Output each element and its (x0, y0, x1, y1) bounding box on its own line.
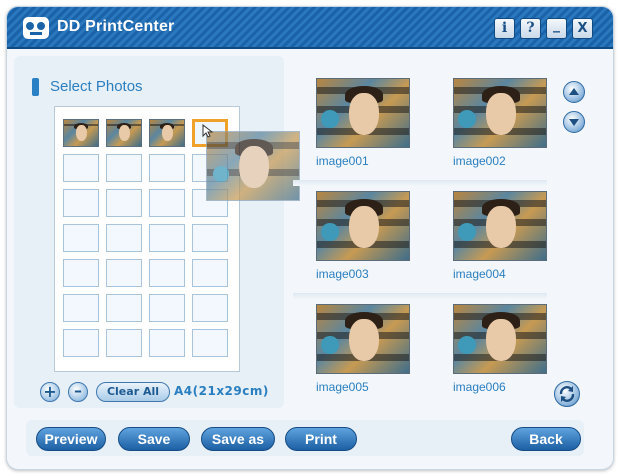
layout-slot-empty[interactable] (63, 189, 99, 217)
layout-slot-filled[interactable] (149, 119, 185, 147)
photo-thumbnail (64, 120, 98, 146)
back-button[interactable]: Back (511, 427, 581, 451)
scroll-down-button[interactable] (563, 111, 585, 133)
layout-slot-empty[interactable] (106, 294, 142, 322)
title-bar[interactable]: DD PrintCenter i ? _ X (7, 7, 613, 49)
photo-image (454, 192, 546, 260)
preview-button[interactable]: Preview (36, 427, 106, 451)
print-button[interactable]: Print (285, 427, 357, 451)
photo-thumbnail (107, 120, 141, 146)
gallery-photo-card[interactable]: image003 (308, 191, 418, 291)
layout-slot-empty[interactable] (63, 224, 99, 252)
photo-thumbnail (150, 120, 184, 146)
photo-filename: image001 (316, 154, 369, 168)
app-title: DD PrintCenter (57, 18, 175, 35)
photo-filename: image003 (316, 267, 369, 281)
refresh-button[interactable] (554, 381, 580, 407)
photo-image (317, 79, 409, 147)
section-marker (32, 78, 39, 96)
photo-filename: image002 (453, 154, 506, 168)
photo-thumbnail[interactable] (453, 78, 547, 148)
layout-slot-empty[interactable] (63, 154, 99, 182)
photo-thumbnail[interactable] (316, 78, 410, 148)
arrow-up-icon (569, 88, 579, 95)
layout-slot-empty[interactable] (106, 259, 142, 287)
gallery-row-divider (293, 293, 547, 299)
layout-slot-filled[interactable] (106, 119, 142, 147)
layout-slot-empty[interactable] (149, 154, 185, 182)
photo-thumbnail (207, 132, 299, 200)
photo-image (454, 79, 546, 147)
layout-slot-empty[interactable] (149, 259, 185, 287)
drag-cursor-icon (202, 124, 214, 138)
layout-slot-empty[interactable] (63, 294, 99, 322)
close-button[interactable]: X (572, 18, 593, 39)
gallery-photo-card[interactable]: image002 (445, 78, 555, 178)
arrow-down-icon (569, 119, 579, 126)
layout-slot-empty[interactable] (192, 224, 228, 252)
layout-slot-empty[interactable] (63, 329, 99, 357)
layout-slot-empty[interactable] (149, 224, 185, 252)
layout-slot-empty[interactable] (106, 189, 142, 217)
photo-image (454, 305, 546, 373)
photo-image (317, 305, 409, 373)
layout-slot-empty[interactable] (63, 259, 99, 287)
select-photos-panel: Select Photos (14, 56, 284, 408)
clear-all-button[interactable]: Clear All (96, 382, 170, 402)
refresh-icon (559, 386, 575, 402)
photo-image (317, 192, 409, 260)
save-as-button[interactable]: Save as (201, 427, 275, 451)
info-button[interactable]: i (494, 18, 515, 39)
photo-gallery: image001 image002 image003 image004 image005… (293, 56, 549, 408)
photo-thumbnail[interactable] (316, 304, 410, 374)
layout-slot-empty[interactable] (192, 259, 228, 287)
layout-slot-empty[interactable] (192, 329, 228, 357)
layout-slot-empty[interactable] (149, 189, 185, 217)
gallery-photo-card[interactable]: image006 (445, 304, 555, 404)
photo-filename: image004 (453, 267, 506, 281)
gallery-row-divider (293, 180, 547, 186)
scroll-up-button[interactable] (563, 81, 585, 103)
section-title: Select Photos (50, 78, 143, 95)
save-button[interactable]: Save (118, 427, 190, 451)
gallery-photo-card[interactable]: image004 (445, 191, 555, 291)
layout-slot-empty[interactable] (106, 329, 142, 357)
gallery-photo-card[interactable]: image005 (308, 304, 418, 404)
gallery-photo-card[interactable]: image001 (308, 78, 418, 178)
layout-slot-empty[interactable] (106, 154, 142, 182)
photo-filename: image005 (316, 380, 369, 394)
photo-thumbnail[interactable] (453, 191, 547, 261)
remove-slot-button[interactable]: – (68, 382, 88, 402)
minimize-button[interactable]: _ (546, 18, 567, 39)
help-button[interactable]: ? (520, 18, 541, 39)
dragged-photo-preview[interactable] (206, 131, 300, 201)
layout-slot-empty[interactable] (149, 329, 185, 357)
app-logo-icon (23, 17, 49, 39)
photo-thumbnail[interactable] (453, 304, 547, 374)
photo-thumbnail[interactable] (316, 191, 410, 261)
photo-filename: image006 (453, 380, 506, 394)
paper-size-label: A4(21x29cm) (174, 384, 269, 398)
add-slot-button[interactable]: + (40, 382, 60, 402)
layout-slot-filled[interactable] (63, 119, 99, 147)
layout-slot-empty[interactable] (149, 294, 185, 322)
layout-slot-empty[interactable] (192, 294, 228, 322)
layout-slot-empty[interactable] (106, 224, 142, 252)
